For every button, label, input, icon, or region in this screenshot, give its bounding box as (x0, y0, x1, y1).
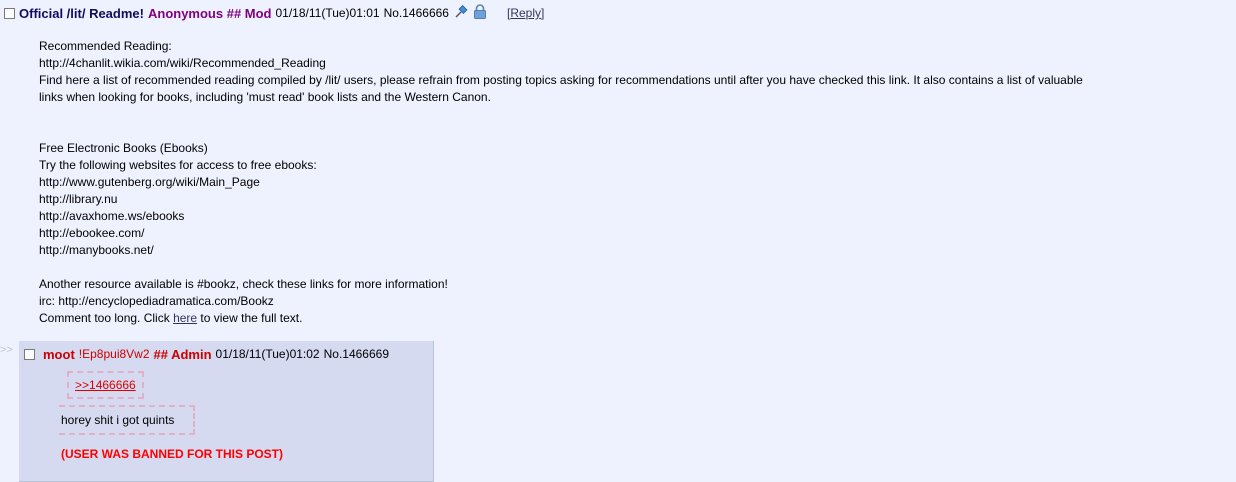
op-line (39, 259, 1219, 276)
op-line: Recommended Reading: (39, 39, 172, 53)
op-line (39, 123, 1219, 140)
reply-link-container: [Reply] (507, 6, 544, 20)
reply-header: moot !Ep8pui8Vw2 ## Admin 01/18/11(Tue)0… (24, 345, 389, 363)
op-select-checkbox[interactable] (4, 7, 15, 19)
op-line: Free Electronic Books (Ebooks) (39, 141, 208, 155)
too-long-prefix: Comment too long. Click (39, 311, 174, 325)
comment-too-long-notice: Comment too long. Click here to view the… (39, 310, 1219, 327)
too-long-suffix: to view the full text. (197, 311, 303, 325)
op-date: 01/18/11(Tue)01:01 (275, 6, 380, 20)
reply-tripcode: !Ep8pui8Vw2 (78, 347, 150, 361)
op-line: irc: http://encyclopediadramatica.com/Bo… (39, 294, 274, 308)
op-line: Another resource available is #bookz, ch… (39, 277, 448, 291)
op-line: Find here a list of recommended reading … (39, 73, 1083, 87)
full-text-link[interactable]: here (173, 311, 197, 325)
reply-link[interactable]: Reply (510, 6, 541, 20)
lock-icon (473, 4, 487, 22)
reply-message: horey shit i got quints (61, 413, 175, 427)
reply-arrows: >> (0, 344, 13, 356)
reply-post-number[interactable]: No.1466669 (324, 347, 389, 361)
op-line: http://ebookee.com/ (39, 226, 145, 240)
reply-post: moot !Ep8pui8Vw2 ## Admin 01/18/11(Tue)0… (19, 341, 434, 482)
reply-capcode: ## Admin (153, 346, 212, 362)
op-line: http://manybooks.net/ (39, 243, 154, 257)
op-line: http://www.gutenberg.org/wiki/Main_Page (39, 175, 260, 189)
op-subject: Official /lit/ Readme! (19, 5, 144, 21)
op-author: Anonymous ## Mod (147, 5, 272, 21)
op-message: Recommended Reading: http://4chanlit.wik… (39, 38, 1219, 327)
op-header: Official /lit/ Readme! Anonymous ## Mod … (4, 4, 544, 22)
op-line: http://avaxhome.ws/ebooks (39, 209, 185, 223)
op-line: links when looking for books, including … (39, 90, 491, 104)
op-line: http://4chanlit.wikia.com/wiki/Recommend… (39, 56, 326, 70)
op-line: Try the following websites for access to… (39, 158, 317, 172)
op-line: http://library.nu (39, 192, 118, 206)
reply-date: 01/18/11(Tue)01:02 (215, 347, 320, 361)
reply-author-name: moot (43, 346, 75, 362)
op-line (39, 106, 1219, 123)
reply-bracket-close: ] (541, 6, 545, 20)
sticky-pin-icon (454, 4, 468, 22)
quote-link[interactable]: >>1466666 (75, 378, 136, 392)
reply-select-checkbox[interactable] (24, 348, 35, 360)
banned-notice: (USER WAS BANNED FOR THIS POST) (61, 447, 284, 461)
quote-highlight-box: >>1466666 (67, 371, 144, 399)
op-post-number[interactable]: No.1466666 (384, 6, 449, 20)
